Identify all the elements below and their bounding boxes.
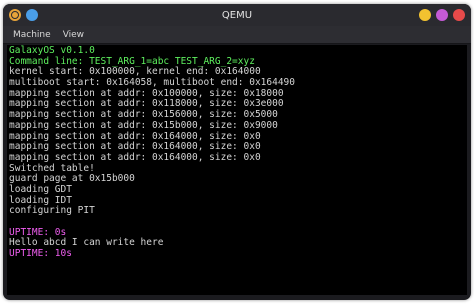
menu-bar: Machine View [3,26,471,44]
guest-display[interactable]: GalaxyOS v0.1.0 Command line: TEST_ARG_1… [7,45,467,295]
minimize-button[interactable] [419,9,431,21]
console-line: configuring PIT [9,205,95,217]
maximize-button[interactable] [436,9,448,21]
console-line: mapping section at addr: 0x164000, size:… [9,151,261,163]
title-bar[interactable]: QEMU [3,4,471,26]
console-line: Hello abcd I can write here [9,237,164,249]
app-menu-icon[interactable] [9,9,21,21]
menu-machine[interactable]: Machine [9,29,55,41]
close-button[interactable] [453,9,465,21]
console-line: UPTIME: 10s [9,248,72,260]
window-title: QEMU [221,9,253,21]
console-line: loading GDT [9,183,72,195]
console-line: mapping section at addr: 0x15b000, size:… [9,119,278,131]
console-line: guard page at 0x15b000 [9,173,135,185]
title-bar-left-controls [9,9,38,21]
window-controls [419,9,465,21]
menu-view[interactable]: View [59,29,88,41]
pin-icon[interactable] [26,9,38,21]
qemu-window: QEMU Machine View GalaxyOS v0.1.0 Comman… [3,4,471,300]
